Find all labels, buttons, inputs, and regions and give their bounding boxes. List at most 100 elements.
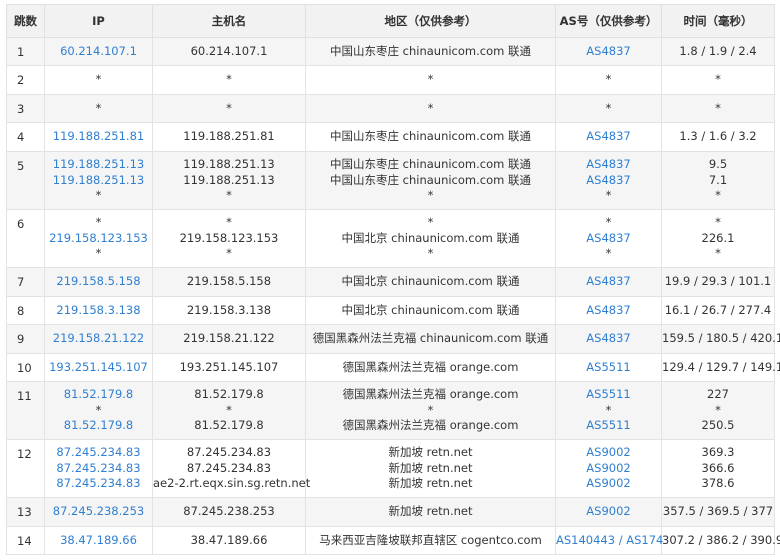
table-row: 7 219.158.5.158 219.158.5.158 中国北京 chinauni… — [6, 267, 775, 297]
line-wrapper: 87.245.234.83 — [45, 445, 152, 461]
line-wrapper: AS9002 — [556, 476, 661, 492]
line-wrapper: AS4837 — [556, 303, 661, 319]
region-cell: * — [305, 65, 556, 95]
as-link[interactable]: AS4837 — [586, 331, 630, 345]
as-link[interactable]: AS4837 — [586, 303, 630, 317]
header-ip: IP — [44, 4, 153, 38]
as-link[interactable]: AS9002 — [586, 445, 630, 459]
ip-link[interactable]: 119.188.251.13 — [53, 173, 144, 187]
ip-link[interactable]: 219.158.21.122 — [53, 331, 144, 345]
host-text: * — [226, 100, 232, 115]
as-cell: AS5511 — [555, 353, 662, 382]
ip-link[interactable]: 119.188.251.81 — [53, 129, 144, 143]
ip-link[interactable]: 87.245.234.83 — [56, 445, 140, 459]
as-link[interactable]: AS4837 — [586, 129, 630, 143]
as-link[interactable]: AS4837 — [586, 231, 630, 245]
ip-text: * — [95, 72, 102, 87]
hostname-cell: 219.158.3.138 — [152, 296, 306, 325]
as-link[interactable]: AS4837 — [586, 173, 630, 187]
ip-cell: 219.158.21.122 — [44, 324, 153, 354]
time-text: * — [715, 188, 721, 203]
table-row: 8 219.158.3.138 219.158.3.138 中国北京 chinauni… — [6, 296, 775, 325]
ip-link[interactable]: 60.214.107.1 — [60, 44, 137, 58]
ip-text: * — [95, 100, 102, 115]
ip-cell: 219.158.5.158 — [44, 267, 153, 297]
time-cell: 1.3 / 1.6 / 3.2 — [661, 122, 775, 152]
as-text: * — [605, 246, 612, 261]
as-cell: AS4837 — [555, 37, 662, 66]
ip-link[interactable]: 119.188.251.13 — [53, 157, 144, 171]
region-text: 马来西亚吉隆坡联邦直辖区 cogentco.com — [319, 532, 542, 547]
table-row: 4 119.188.251.81 119.188.251.81 中国山东枣庄 chin… — [6, 122, 775, 152]
time-text: 16.1 / 26.7 / 277.4 — [664, 302, 772, 317]
ip-link[interactable]: 38.47.189.66 — [60, 533, 137, 547]
line-wrapper: AS4837 — [556, 129, 661, 145]
region-text: 德国黑森州法兰克福 chinaunicom.com 联通 — [312, 331, 549, 346]
host-text: * — [226, 402, 232, 417]
line-wrapper: 119.188.251.81 — [45, 129, 152, 145]
ip-link[interactable]: 87.245.234.83 — [56, 476, 140, 490]
time-cell: * — [661, 94, 775, 123]
region-cell: 中国北京 chinaunicom.com 联通 — [305, 267, 556, 297]
ip-link[interactable]: 219.158.123.153 — [49, 231, 148, 245]
hostname-cell: 81.52.179.8 * 81.52.179.8 — [152, 381, 306, 440]
as-link[interactable]: AS4837 — [586, 274, 630, 288]
region-text: 德国黑森州法兰克福 orange.com — [342, 387, 519, 402]
region-cell: 德国黑森州法兰克福 orange.com * 德国黑森州法兰克福 orange.co… — [305, 381, 556, 440]
ip-text: * — [95, 246, 102, 261]
as-link[interactable]: AS9002 — [586, 461, 630, 475]
as-cell: * AS4837 * — [555, 209, 662, 268]
region-text: 新加坡 retn.net — [388, 445, 473, 460]
as-cell: * — [555, 65, 662, 95]
table-row: 9 219.158.21.122 219.158.21.122 德国黑森州法兰克福 c… — [6, 324, 780, 354]
header-time: 时间（毫秒） — [661, 4, 775, 38]
time-cell: 357.5 / 369.5 / 377 — [661, 497, 775, 527]
as-link[interactable]: AS4837 — [586, 157, 630, 171]
ip-link[interactable]: 81.52.179.8 — [64, 418, 134, 432]
hop-number: 14 — [6, 526, 45, 555]
host-text: * — [226, 215, 232, 230]
region-text: * — [427, 215, 434, 230]
time-cell: 369.3 366.6 378.6 — [661, 439, 775, 498]
ip-link[interactable]: 87.245.234.83 — [56, 461, 140, 475]
time-cell: 227 * 250.5 — [661, 381, 775, 440]
as-link[interactable]: AS4837 — [586, 44, 630, 58]
ip-link[interactable]: 81.52.179.8 — [64, 387, 134, 401]
as-link[interactable]: AS9002 — [586, 504, 630, 518]
region-text: 中国北京 chinaunicom.com 联通 — [341, 274, 520, 289]
as-link[interactable]: AS5511 — [586, 387, 630, 401]
ip-cell: 81.52.179.8 * 81.52.179.8 — [44, 381, 153, 440]
line-wrapper: 119.188.251.13 — [45, 173, 152, 189]
ip-cell: * — [44, 65, 153, 95]
time-cell: * 226.1 * — [661, 209, 775, 268]
as-link[interactable]: AS140443 / AS174 — [556, 533, 663, 547]
ip-link[interactable]: 219.158.3.138 — [56, 303, 140, 317]
hostname-cell: 193.251.145.107 — [152, 353, 306, 382]
as-cell: AS5511 * AS5511 — [555, 381, 662, 440]
ip-link[interactable]: 219.158.5.158 — [56, 274, 140, 288]
time-cell: 129.4 / 129.7 / 149.1 — [661, 353, 780, 382]
as-link[interactable]: AS9002 — [586, 476, 630, 490]
as-cell: AS4837 — [555, 122, 662, 152]
region-cell: 中国北京 chinaunicom.com 联通 — [305, 296, 556, 325]
region-text: * — [427, 246, 434, 261]
line-wrapper: AS4837 — [556, 173, 661, 189]
time-text: * — [715, 72, 721, 87]
as-link[interactable]: AS5511 — [586, 418, 630, 432]
table-row: 3 * * * * * — [6, 94, 775, 123]
line-wrapper: 60.214.107.1 — [45, 44, 152, 60]
host-text: 219.158.5.158 — [186, 274, 272, 289]
host-text: 81.52.179.8 — [194, 387, 264, 402]
host-text: 60.214.107.1 — [190, 43, 268, 58]
ip-cell: 193.251.145.107 — [44, 353, 153, 382]
as-cell: AS4837 — [555, 324, 662, 354]
as-cell: * — [555, 94, 662, 123]
ip-link[interactable]: 87.245.238.253 — [53, 504, 144, 518]
line-wrapper: AS4837 — [556, 274, 661, 290]
line-wrapper: 219.158.123.153 — [45, 231, 152, 247]
ip-link[interactable]: 193.251.145.107 — [49, 360, 148, 374]
time-text: 129.4 / 129.7 / 149.1 — [662, 359, 780, 374]
line-wrapper: 38.47.189.66 — [45, 533, 152, 549]
time-text: * — [715, 246, 721, 261]
as-link[interactable]: AS5511 — [586, 360, 630, 374]
